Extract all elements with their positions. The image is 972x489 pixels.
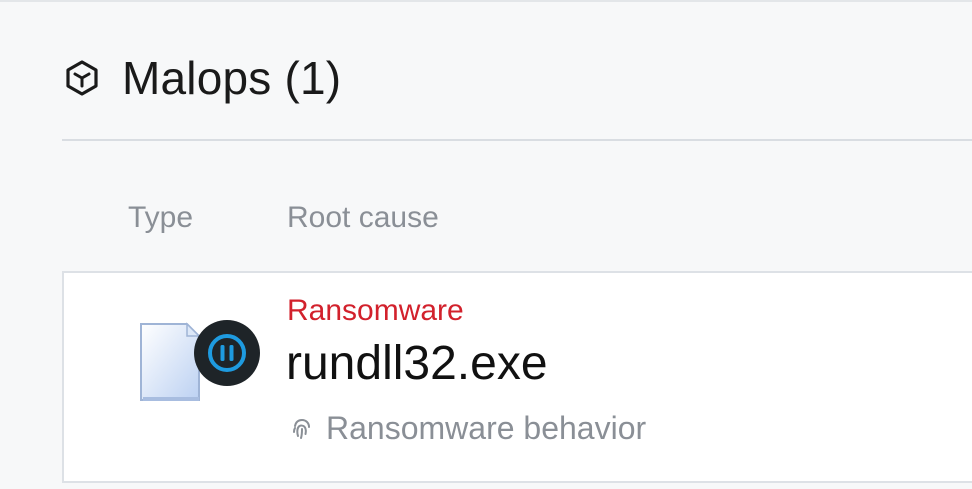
top-border	[0, 0, 972, 2]
fingerprint-icon	[293, 418, 310, 439]
malop-type-cell[interactable]	[137, 318, 265, 408]
malop-behavior: Ransomware behavior	[290, 410, 646, 447]
malops-header: Malops (1)	[62, 48, 341, 108]
page-title: Malops (1)	[122, 52, 342, 104]
column-header-root-cause[interactable]: Root cause	[287, 201, 439, 235]
header-divider	[62, 139, 972, 141]
root-cause-process[interactable]: rundll32.exe	[286, 336, 548, 391]
malop-hexagon-icon	[62, 58, 102, 98]
pause-icon	[194, 320, 260, 386]
malop-category: Ransomware	[287, 294, 464, 327]
column-header-type[interactable]: Type	[128, 201, 193, 235]
behavior-label: Ransomware behavior	[326, 410, 647, 446]
